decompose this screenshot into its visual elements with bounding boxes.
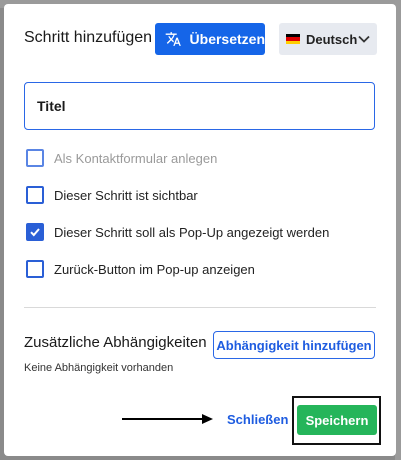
checkmark-icon: [30, 228, 40, 237]
checkbox-label: Zurück-Button im Pop-up anzeigen: [54, 261, 255, 277]
checkbox-label: Dieser Schritt soll als Pop-Up angezeigt…: [54, 224, 330, 240]
checkbox-box[interactable]: [26, 260, 44, 278]
translate-icon: [165, 32, 181, 46]
checkbox-box[interactable]: [26, 186, 44, 204]
checkbox-label: Dieser Schritt ist sichtbar: [54, 187, 198, 203]
divider: [24, 307, 376, 308]
german-flag-icon: [286, 34, 300, 44]
chevron-down-icon: [358, 35, 370, 43]
arrow-right-icon: [122, 414, 213, 424]
dialog-header: Schritt hinzufügen Übersetzen Deutsch: [24, 4, 378, 74]
language-select[interactable]: Deutsch: [279, 23, 377, 55]
no-dependencies-text: Keine Abhängigkeit vorhanden: [24, 362, 174, 374]
translate-button[interactable]: Übersetzen: [155, 23, 265, 55]
checkbox-label: Als Kontaktformular anlegen: [54, 150, 218, 166]
checkbox-back-button[interactable]: Zurück-Button im Pop-up anzeigen: [26, 260, 255, 278]
title-field[interactable]: Titel: [24, 82, 375, 130]
save-button[interactable]: Speichern: [297, 405, 377, 435]
checkbox-box[interactable]: [26, 149, 44, 167]
dialog-title: Schritt hinzufügen: [24, 29, 153, 46]
add-step-dialog: Schritt hinzufügen Übersetzen Deutsch Ti…: [4, 4, 396, 456]
checkbox-box[interactable]: [26, 223, 44, 241]
translate-button-label: Übersetzen: [189, 31, 265, 47]
close-button[interactable]: Schließen: [227, 412, 288, 427]
checkbox-contact-form[interactable]: Als Kontaktformular anlegen: [26, 149, 217, 167]
add-dependency-button[interactable]: Abhängigkeit hinzufügen: [213, 331, 375, 359]
title-field-value: Titel: [37, 98, 66, 114]
language-label: Deutsch: [306, 31, 358, 47]
checkbox-visible[interactable]: Dieser Schritt ist sichtbar: [26, 186, 198, 204]
checkbox-popup[interactable]: Dieser Schritt soll als Pop-Up angezeigt…: [26, 223, 329, 241]
dependencies-heading: Zusätzliche Abhängigkeiten: [24, 334, 207, 351]
